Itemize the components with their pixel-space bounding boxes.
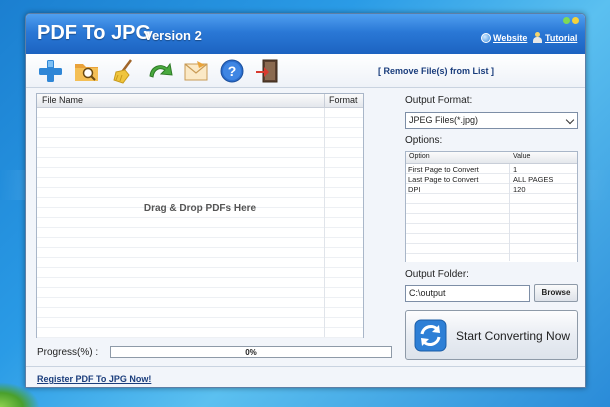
options-column-value: Value xyxy=(513,153,531,160)
column-separator xyxy=(324,94,325,337)
add-files-button[interactable] xyxy=(37,58,63,84)
app-title: PDF To JPG xyxy=(37,22,152,44)
column-header-file-name[interactable]: File Name xyxy=(42,95,83,105)
website-link[interactable]: Website xyxy=(493,33,527,43)
options-header: Option Value xyxy=(406,152,577,164)
output-format-label: Output Format: xyxy=(405,95,473,106)
email-button[interactable] xyxy=(182,58,208,84)
option-name: DPI xyxy=(408,185,421,194)
option-row[interactable]: Last Page to Convert ALL PAGES xyxy=(406,175,577,185)
drop-hint: Drag & Drop PDFs Here xyxy=(143,203,257,214)
progress-label: Progress(%) : xyxy=(37,347,99,358)
remove-files-link[interactable]: [ Remove File(s) from List ] xyxy=(378,66,494,76)
green-arrow-icon xyxy=(149,62,173,78)
option-row[interactable]: DPI 120 xyxy=(406,185,577,195)
options-column-option: Option xyxy=(409,153,430,160)
option-value[interactable]: 1 xyxy=(513,165,517,175)
add-folder-button[interactable] xyxy=(73,58,99,84)
question-icon: ? xyxy=(220,59,244,83)
start-converting-button[interactable]: Start Converting Now xyxy=(405,310,578,360)
output-format-select[interactable]: JPEG Files(*.jpg) xyxy=(405,112,578,129)
option-value[interactable]: ALL PAGES xyxy=(513,175,553,185)
app-version: Version 2 xyxy=(144,28,202,43)
app-window: PDF To JPG Version 2 Website Tutorial ? … xyxy=(25,13,586,388)
register-link[interactable]: Register PDF To JPG Now! xyxy=(37,374,151,384)
broom-icon xyxy=(113,59,132,84)
exit-door-icon xyxy=(256,59,278,83)
file-list-rows xyxy=(37,108,363,338)
option-row[interactable]: First Page to Convert 1 xyxy=(406,165,577,175)
file-list-header: File Name Format xyxy=(37,94,363,108)
progress-bar: 0% xyxy=(110,346,392,358)
refresh-icon xyxy=(414,319,447,352)
progress-value: 0% xyxy=(245,348,257,357)
options-label: Options: xyxy=(405,135,443,146)
clear-list-button[interactable] xyxy=(111,58,137,84)
option-value[interactable]: 120 xyxy=(513,185,526,195)
window-dot-green-icon[interactable] xyxy=(563,17,570,24)
options-grid[interactable]: Option Value First Page to Convert 1 Las… xyxy=(405,151,578,262)
refresh-button[interactable] xyxy=(147,58,173,84)
output-format-value: JPEG Files(*.jpg) xyxy=(409,115,479,125)
plus-icon xyxy=(39,60,62,82)
file-list-table[interactable]: File Name Format Drag & Drop PDFs Here xyxy=(36,93,364,338)
output-folder-label: Output Folder: xyxy=(405,269,469,280)
option-name: First Page to Convert xyxy=(408,165,479,174)
column-header-format[interactable]: Format xyxy=(329,95,358,105)
chevron-down-icon xyxy=(565,115,575,125)
window-dot-yellow-icon[interactable] xyxy=(572,17,579,24)
output-folder-input[interactable]: C:\output xyxy=(405,285,530,302)
help-button[interactable]: ? xyxy=(219,58,245,84)
browse-button[interactable]: Browse xyxy=(534,284,578,302)
status-divider xyxy=(26,366,585,367)
person-icon xyxy=(533,32,542,43)
option-name: Last Page to Convert xyxy=(408,175,479,184)
envelope-icon xyxy=(184,61,208,81)
start-converting-label: Start Converting Now xyxy=(456,329,571,343)
svg-text:?: ? xyxy=(228,63,237,79)
tutorial-link[interactable]: Tutorial xyxy=(545,33,577,43)
exit-button[interactable] xyxy=(254,58,280,84)
toolbar: ? [ Remove File(s) from List ] xyxy=(26,54,585,88)
folder-search-icon xyxy=(75,64,98,81)
title-bar: PDF To JPG Version 2 Website Tutorial xyxy=(26,14,585,54)
globe-icon xyxy=(481,33,491,43)
